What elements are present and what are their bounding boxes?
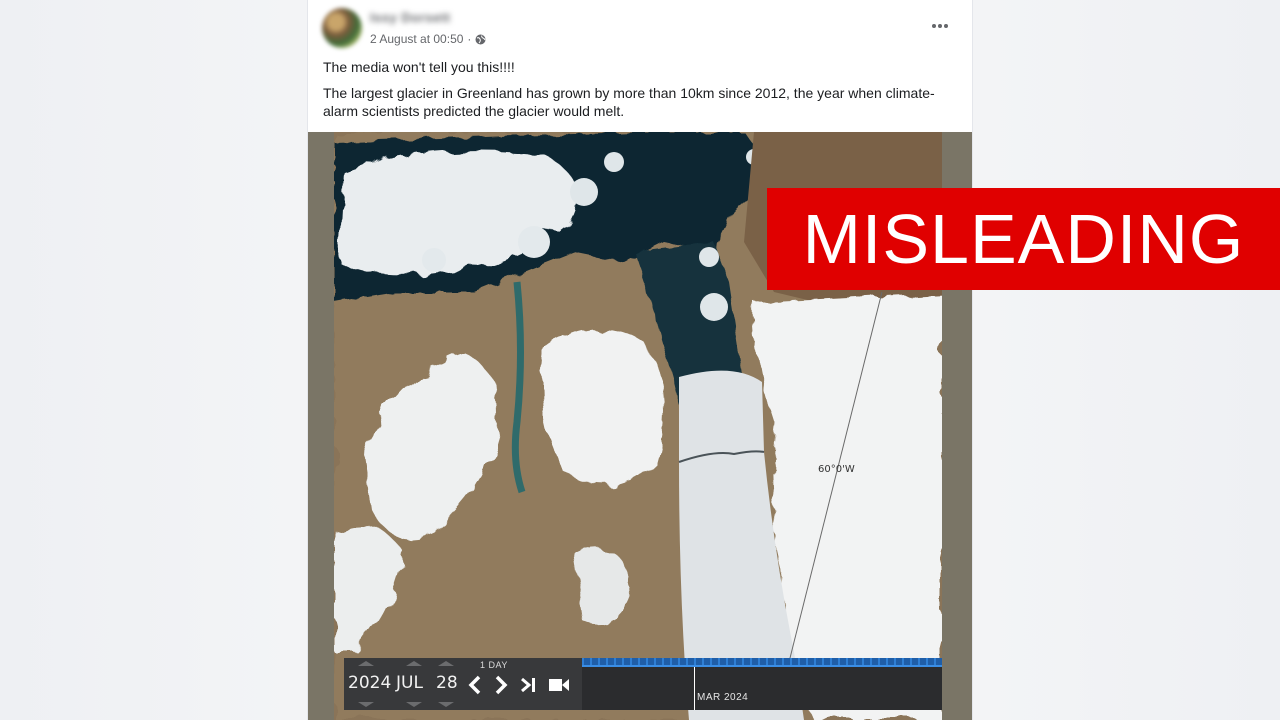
timeline-scale[interactable]: MAR 2024 (582, 658, 942, 710)
timeline-scale-label: MAR 2024 (697, 692, 749, 703)
month-up-arrow-icon[interactable] (406, 661, 422, 666)
timeline-step[interactable]: 1 DAY (480, 660, 508, 670)
timeline-marker[interactable] (694, 667, 695, 710)
more-options-button[interactable] (926, 14, 954, 38)
post-text: The media won't tell you this!!!! The la… (323, 58, 963, 128)
year-up-arrow-icon[interactable] (358, 661, 374, 666)
date-selector: 2024 JUL 28 1 DAY (344, 658, 582, 710)
misleading-label-text: MISLEADING (802, 200, 1245, 278)
day-down-arrow-icon[interactable] (438, 702, 454, 707)
globe-icon (475, 34, 486, 45)
timeline-month[interactable]: JUL (396, 673, 423, 693)
post-text-line-1: The media won't tell you this!!!! (323, 59, 515, 75)
timeline-day[interactable]: 28 (436, 673, 458, 693)
author-avatar[interactable] (322, 8, 362, 48)
day-up-arrow-icon[interactable] (438, 661, 454, 666)
more-options-icon (932, 24, 948, 28)
chevron-left-icon[interactable] (468, 675, 482, 700)
year-down-arrow-icon[interactable] (358, 702, 374, 707)
chevron-right-icon[interactable] (494, 675, 508, 700)
longitude-label: 60°0'W (818, 464, 855, 475)
video-camera-icon[interactable] (548, 675, 570, 700)
misleading-label-banner: MISLEADING (767, 188, 1280, 290)
post-meta: 2 August at 00:50 · (370, 32, 486, 46)
skip-to-end-icon[interactable] (520, 675, 538, 700)
post-header: Issy Dorsett 2 August at 00:50 · (308, 0, 972, 56)
timeline-control: 2024 JUL 28 1 DAY MAR 2024 (344, 658, 942, 710)
month-down-arrow-icon[interactable] (406, 702, 422, 707)
author-name[interactable]: Issy Dorsett (370, 10, 450, 25)
post-meta-separator: · (467, 32, 472, 46)
social-media-post: Issy Dorsett 2 August at 00:50 · The med… (307, 0, 973, 720)
post-text-line-2: The largest glacier in Greenland has gro… (323, 85, 935, 119)
timeline-year[interactable]: 2024 (348, 673, 391, 693)
post-timestamp[interactable]: 2 August at 00:50 (370, 32, 463, 46)
timeline-ticks (582, 658, 942, 667)
